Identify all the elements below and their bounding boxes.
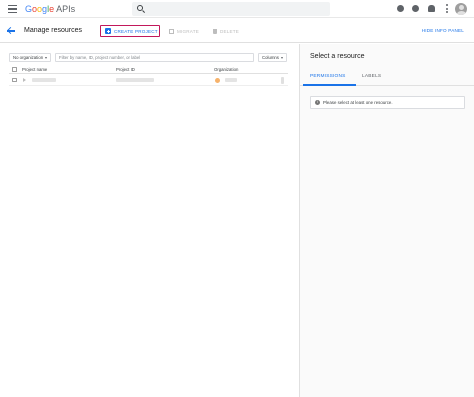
create-project-button[interactable]: CREATE PROJECT (100, 25, 160, 37)
top-app-bar: Google APIs (0, 0, 474, 18)
page-title: Manage resources (24, 27, 82, 34)
selection-notice-text: Please select at least one resource. (323, 100, 393, 105)
redacted-organization (225, 78, 237, 82)
support-icon[interactable] (397, 5, 404, 12)
organization-icon (215, 77, 220, 83)
menu-icon[interactable] (8, 5, 17, 14)
logo-suffix: APIs (56, 4, 76, 14)
table-row[interactable] (9, 74, 288, 86)
select-all-checkbox[interactable] (12, 67, 17, 72)
projects-table: Project name Project ID Organization (9, 65, 288, 86)
organization-select[interactable]: No organization (9, 53, 51, 62)
table-header: Project name Project ID Organization (9, 65, 288, 74)
logo-letter: G (25, 4, 33, 14)
delete-label: DELETE (220, 28, 240, 34)
search-icon[interactable] (137, 5, 143, 11)
migrate-label: MIGRATE (177, 28, 199, 34)
add-box-icon (105, 28, 111, 34)
tab-permissions[interactable]: PERMISSIONS (310, 74, 346, 79)
row-action-handle[interactable] (281, 76, 284, 84)
active-tab-indicator (303, 84, 356, 86)
chevron-down-icon (45, 57, 47, 59)
filter-input[interactable]: Filter by name, ID, project number, or l… (55, 53, 254, 62)
info-panel: Select a resource PERMISSIONS LABELS i P… (299, 44, 474, 397)
column-header-project-id[interactable]: Project ID (116, 67, 135, 72)
notifications-icon[interactable] (428, 5, 435, 12)
redacted-project-name (32, 78, 56, 82)
google-apis-logo[interactable]: Google APIs (25, 3, 75, 15)
info-panel-tabs: PERMISSIONS LABELS (300, 69, 474, 86)
trash-icon (213, 28, 217, 34)
tab-labels[interactable]: LABELS (362, 74, 381, 79)
info-icon: i (315, 100, 320, 105)
row-checkbox[interactable] (12, 77, 17, 82)
back-arrow-icon[interactable] (7, 27, 15, 35)
create-project-label: CREATE PROJECT (114, 28, 158, 34)
organization-select-value: No organization (13, 55, 44, 60)
column-header-project-name[interactable]: Project name (22, 67, 47, 72)
columns-button[interactable]: Columns (258, 53, 287, 62)
selection-notice: i Please select at least one resource. (310, 96, 465, 109)
resource-list-area: No organization Filter by name, ID, proj… (0, 44, 299, 397)
page-toolbar: Manage resources CREATE PROJECT MIGRATE … (0, 19, 474, 43)
migrate-button[interactable]: MIGRATE (169, 27, 199, 35)
filter-placeholder: Filter by name, ID, project number, or l… (59, 55, 141, 60)
avatar[interactable] (455, 3, 467, 15)
search-bar[interactable] (132, 2, 330, 16)
info-panel-title: Select a resource (310, 53, 365, 60)
column-header-organization[interactable]: Organization (214, 67, 238, 72)
columns-label: Columns (262, 55, 279, 60)
redacted-project-id (116, 78, 154, 82)
hide-info-panel-button[interactable]: HIDE INFO PANEL (422, 28, 464, 33)
delete-button[interactable]: DELETE (213, 27, 239, 35)
help-icon[interactable] (412, 5, 419, 12)
chevron-down-icon (281, 57, 283, 59)
logo-letter: e (49, 4, 55, 14)
more-vert-icon[interactable] (446, 4, 448, 13)
migrate-icon (169, 28, 174, 34)
expand-icon[interactable] (23, 77, 26, 82)
